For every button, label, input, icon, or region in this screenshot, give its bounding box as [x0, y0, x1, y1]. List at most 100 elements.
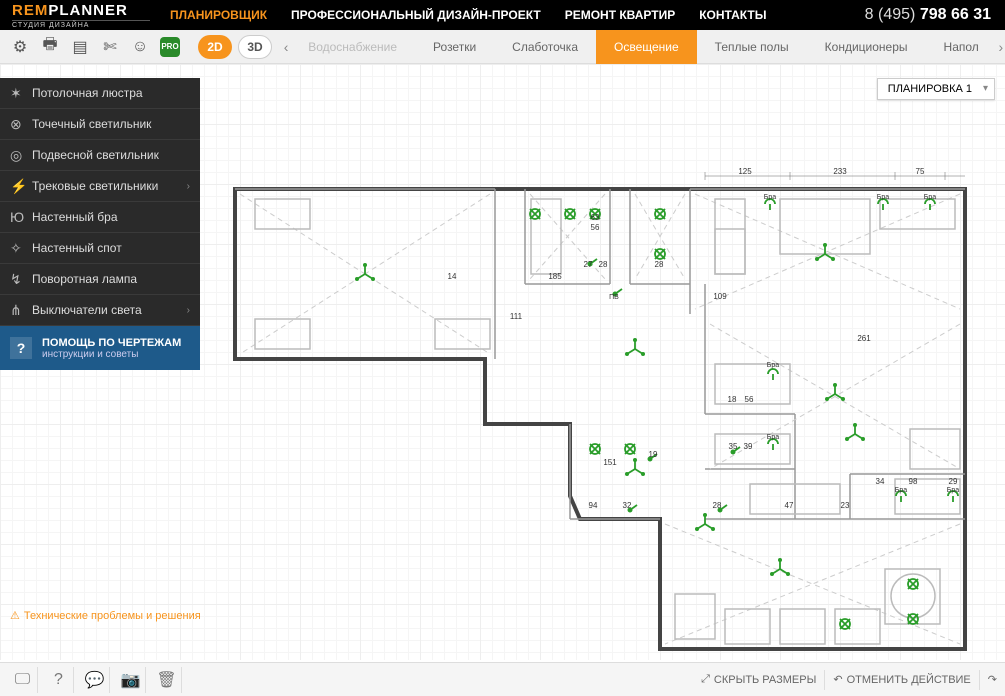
- phone-main: 798 66 31: [920, 6, 991, 23]
- switch-icon: ⋔: [10, 302, 32, 319]
- redo-button[interactable]: ↷: [988, 673, 997, 686]
- cat-lowvoltage[interactable]: Слаботочка: [494, 30, 596, 64]
- svg-text:Бра: Бра: [764, 194, 776, 201]
- svg-text:32: 32: [623, 501, 632, 510]
- problems-link[interactable]: ⚠ Технические проблемы и решения: [10, 609, 201, 622]
- toolbar-icons: ⚙ 🖶 ▤ ✄ ☺ PRO: [0, 37, 190, 57]
- palette-bra[interactable]: ЮНастенный бра: [0, 202, 200, 233]
- hide-dims-label: СКРЫТЬ РАЗМЕРЫ: [714, 674, 816, 686]
- palette-rotary-lamp[interactable]: ↯Поворотная лампа: [0, 264, 200, 295]
- logo-brand-a: REM: [12, 2, 48, 19]
- pro-badge[interactable]: PRO: [160, 37, 180, 57]
- palette-label: Выключатели света: [32, 303, 142, 317]
- person-icon[interactable]: ☺: [130, 37, 150, 57]
- palette-label: Поворотная лампа: [32, 272, 137, 286]
- svg-text:56: 56: [745, 395, 754, 404]
- svg-text:27: 27: [584, 260, 593, 269]
- palette-switches[interactable]: ⋔Выключатели света ›: [0, 295, 200, 326]
- cat-lighting[interactable]: Освещение: [596, 30, 697, 64]
- document-icon[interactable]: ▤: [70, 37, 90, 57]
- svg-text:18: 18: [728, 395, 737, 404]
- wall-spot-icon: ✧: [10, 240, 32, 257]
- cat-ac[interactable]: Кондиционеры: [807, 30, 926, 64]
- view-2d-button[interactable]: 2D: [198, 35, 232, 59]
- hide-dims-button[interactable]: ⤢ СКРЫТЬ РАЗМЕРЫ: [701, 673, 816, 686]
- phone-prefix: 8 (495): [865, 6, 920, 23]
- footer-icons: 🖵 ? 💬 📷 🗑: [8, 667, 182, 693]
- camera-icon[interactable]: 📷: [116, 667, 146, 693]
- palette-chandelier[interactable]: ✶Потолочная люстра: [0, 78, 200, 109]
- undo-button[interactable]: ↶ ОТМЕНИТЬ ДЕЙСТВИЕ: [833, 673, 970, 686]
- help-title: ПОМОЩЬ ПО ЧЕРТЕЖАМ: [42, 337, 181, 349]
- svg-text:ПВ: ПВ: [609, 294, 619, 301]
- help-subtitle: инструкции и советы: [42, 349, 181, 360]
- palette-wall-spot[interactable]: ✧Настенный спот: [0, 233, 200, 264]
- tools-icon[interactable]: ✄: [100, 37, 120, 57]
- nav-renovation[interactable]: РЕМОНТ КВАРТИР: [565, 8, 676, 22]
- svg-text:28: 28: [655, 260, 664, 269]
- problems-label: Технические проблемы и решения: [24, 610, 201, 622]
- svg-text:35: 35: [729, 442, 738, 451]
- chandelier-icon: ✶: [10, 85, 32, 102]
- help-text: ПОМОЩЬ ПО ЧЕРТЕЖАМ инструкции и советы: [42, 337, 181, 360]
- pendant-icon: ◎: [10, 147, 32, 164]
- palette-pendant[interactable]: ◎Подвесной светильник: [0, 140, 200, 171]
- palette-label: Настенный бра: [32, 210, 118, 224]
- svg-text:14: 14: [448, 272, 457, 281]
- cat-next-icon[interactable]: ›: [997, 39, 1005, 55]
- plan-selector[interactable]: ПЛАНИРОВКА 1: [877, 78, 995, 100]
- nav-design-project[interactable]: ПРОФЕССИОНАЛЬНЫЙ ДИЗАЙН-ПРОЕКТ: [291, 8, 541, 22]
- spotlight-icon: ⊗: [10, 116, 32, 133]
- view-3d-button[interactable]: 3D: [238, 35, 272, 59]
- help-icon[interactable]: ?: [44, 667, 74, 693]
- svg-text:28: 28: [713, 501, 722, 510]
- svg-text:Бра: Бра: [895, 487, 907, 494]
- svg-text:Бра: Бра: [767, 434, 779, 441]
- cat-water[interactable]: Водоснабжение: [290, 30, 415, 64]
- cat-prev-icon[interactable]: ‹: [282, 39, 290, 55]
- svg-text:185: 185: [548, 272, 562, 281]
- palette-label: Точечный светильник: [32, 117, 151, 131]
- svg-text:Бра: Бра: [767, 362, 779, 369]
- chevron-right-icon: ›: [187, 181, 190, 192]
- palette-track[interactable]: ⚡Трековые светильники›: [0, 171, 200, 202]
- monitor-icon[interactable]: 🖵: [8, 667, 38, 693]
- svg-text:28: 28: [599, 260, 608, 269]
- category-nav: ‹ Водоснабжение Розетки Слаботочка Освещ…: [282, 30, 1005, 64]
- cat-flooring[interactable]: Напол: [926, 30, 997, 64]
- nav-planner[interactable]: ПЛАНИРОВЩИК: [170, 8, 267, 22]
- svg-text:19: 19: [649, 450, 658, 459]
- palette-label: Настенный спот: [32, 241, 122, 255]
- main-nav: ПЛАНИРОВЩИК ПРОФЕССИОНАЛЬНЫЙ ДИЗАЙН-ПРОЕ…: [150, 8, 865, 22]
- footer-right: ⤢ СКРЫТЬ РАЗМЕРЫ ↶ ОТМЕНИТЬ ДЕЙСТВИЕ ↷: [701, 670, 997, 690]
- logo[interactable]: REMPLANNER СТУДИЯ ДИЗАЙНА: [0, 2, 150, 29]
- toolbar: ⚙ 🖶 ▤ ✄ ☺ PRO 2D 3D ‹ Водоснабжение Розе…: [0, 30, 1005, 64]
- phone-number[interactable]: 8 (495) 798 66 31: [865, 6, 1005, 24]
- svg-text:63: 63: [591, 213, 600, 222]
- palette-help[interactable]: ? ПОМОЩЬ ПО ЧЕРТЕЖАМ инструкции и советы: [0, 326, 200, 370]
- svg-text:Бра: Бра: [877, 194, 889, 201]
- nav-contacts[interactable]: КОНТАКТЫ: [699, 8, 766, 22]
- trash-icon[interactable]: 🗑: [152, 667, 182, 693]
- main-area: ПЛАНИРОВКА 1 ✶Потолочная люстра ⊗Точечны…: [0, 64, 1005, 660]
- svg-text:261: 261: [857, 334, 871, 343]
- separator: [979, 670, 980, 690]
- chevron-right-icon: ›: [187, 305, 190, 316]
- svg-text:47: 47: [785, 501, 794, 510]
- palette-spotlight[interactable]: ⊗Точечный светильник: [0, 109, 200, 140]
- svg-text:75: 75: [916, 167, 925, 176]
- footer-actions: ⤢ СКРЫТЬ РАЗМЕРЫ ↶ ОТМЕНИТЬ ДЕЙСТВИЕ ↷: [701, 670, 997, 690]
- header: REMPLANNER СТУДИЯ ДИЗАЙНА ПЛАНИРОВЩИК ПР…: [0, 0, 1005, 30]
- warning-icon: ⚠: [10, 609, 20, 622]
- svg-text:94: 94: [589, 501, 598, 510]
- floor-plan[interactable]: БраБраБра18511114ПВ6356272828109261Бра18…: [235, 124, 975, 669]
- print-icon[interactable]: 🖶: [40, 37, 60, 57]
- svg-text:56: 56: [591, 223, 600, 232]
- chat-icon[interactable]: 💬: [80, 667, 110, 693]
- cat-heated-floor[interactable]: Теплые полы: [697, 30, 807, 64]
- cat-sockets[interactable]: Розетки: [415, 30, 494, 64]
- gear-icon[interactable]: ⚙: [10, 37, 30, 57]
- svg-text:109: 109: [713, 292, 727, 301]
- svg-text:34: 34: [876, 477, 885, 486]
- footer: 🖵 ? 💬 📷 🗑 ⤢ СКРЫТЬ РАЗМЕРЫ ↶ ОТМЕНИТЬ ДЕ…: [0, 662, 1005, 696]
